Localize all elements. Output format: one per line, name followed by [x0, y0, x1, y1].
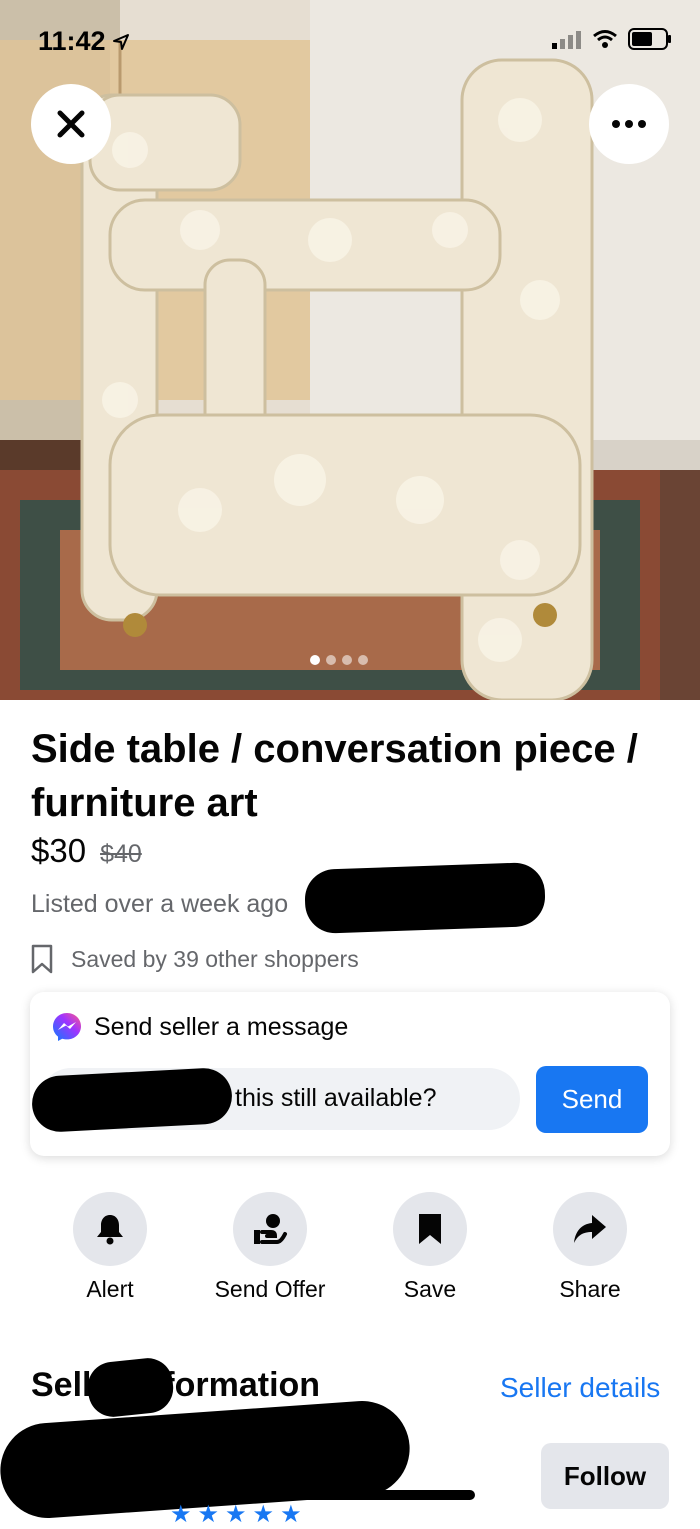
- send-offer-button[interactable]: Send Offer: [185, 1192, 355, 1303]
- listed-time: Listed over a week ago: [31, 890, 289, 918]
- alert-label: Alert: [86, 1276, 134, 1302]
- redaction-mark: [150, 1490, 475, 1500]
- pagination-dot: [358, 655, 368, 665]
- status-time: 11:42: [38, 26, 130, 57]
- share-label: Share: [559, 1276, 621, 1302]
- redaction-mark: [85, 1355, 176, 1420]
- seller-details-link[interactable]: Seller details: [500, 1372, 660, 1404]
- send-button[interactable]: Send: [536, 1066, 648, 1133]
- pagination-dot: [310, 655, 320, 665]
- share-icon: [574, 1215, 606, 1243]
- bookmark-outline-icon: [31, 944, 53, 974]
- wifi-icon: [593, 30, 617, 48]
- photo-pagination: [310, 655, 368, 665]
- share-icon-circle: [553, 1192, 627, 1266]
- close-icon: [57, 110, 85, 138]
- alert-button[interactable]: Alert: [25, 1192, 195, 1303]
- listing-title: Side table / conversation piece / furnit…: [31, 727, 638, 825]
- save-button[interactable]: Save: [345, 1192, 515, 1303]
- messenger-icon: [53, 1013, 81, 1041]
- more-icon: [612, 120, 646, 128]
- redaction-mark: [30, 1066, 234, 1134]
- message-heading: Send seller a message: [52, 1012, 348, 1042]
- seller-rating-stars: ★★★★★: [170, 1501, 308, 1528]
- more-options-button[interactable]: [589, 84, 669, 164]
- bookmark-icon: [419, 1214, 441, 1244]
- send-offer-icon-circle: [233, 1192, 307, 1266]
- redaction-mark: [303, 861, 547, 935]
- pagination-dot: [342, 655, 352, 665]
- follow-button[interactable]: Follow: [541, 1443, 669, 1509]
- price-row: $30 $40: [31, 832, 142, 870]
- close-button[interactable]: [31, 84, 111, 164]
- saved-text: Saved by 39 other shoppers: [71, 945, 359, 972]
- share-button[interactable]: Share: [505, 1192, 675, 1303]
- battery-icon: [628, 28, 671, 50]
- seller-information-heading: Seller information: [31, 1366, 321, 1404]
- message-heading-text: Send seller a message: [94, 1012, 349, 1041]
- bell-icon: [97, 1215, 123, 1245]
- saved-count: Saved by 39 other shoppers: [31, 944, 359, 974]
- location-arrow-icon: [112, 33, 129, 50]
- message-input-value: this still available?: [235, 1084, 437, 1112]
- action-bar: Alert Send Offer Save Share: [0, 1192, 700, 1312]
- listing-price: $30: [31, 832, 87, 869]
- signal-icon: [552, 31, 581, 49]
- pagination-dot: [326, 655, 336, 665]
- status-bar: 11:42: [0, 0, 700, 80]
- save-icon-circle: [393, 1192, 467, 1266]
- message-seller-card: Send seller a message this still availab…: [30, 992, 670, 1156]
- offer-icon: [254, 1214, 287, 1244]
- save-label: Save: [403, 1276, 457, 1302]
- original-price: $40: [100, 840, 142, 868]
- alert-icon-circle: [73, 1192, 147, 1266]
- send-offer-label: Send Offer: [214, 1276, 326, 1302]
